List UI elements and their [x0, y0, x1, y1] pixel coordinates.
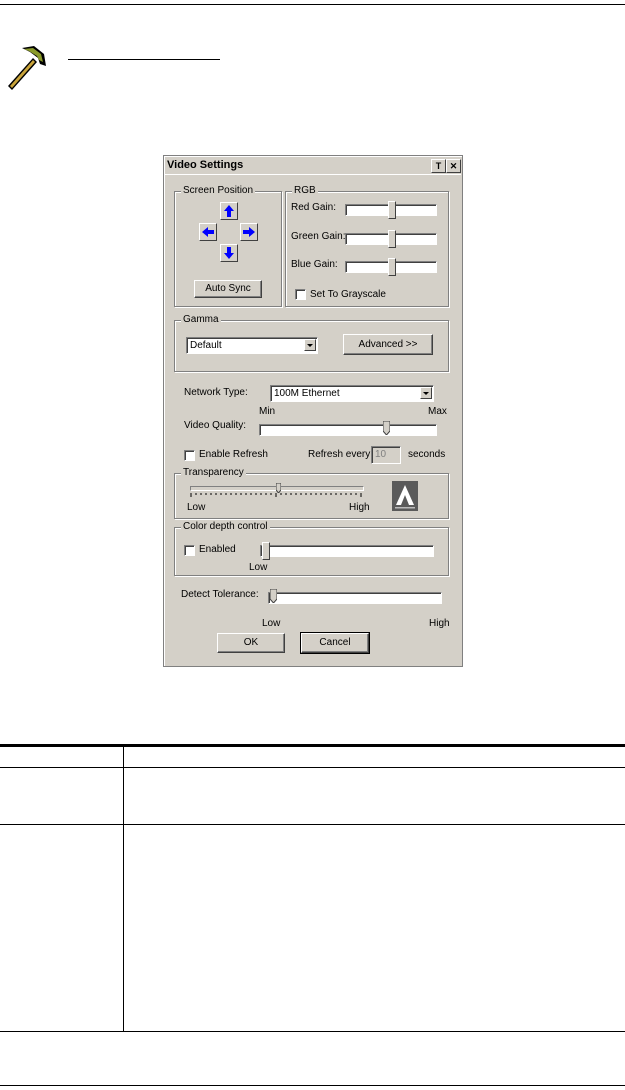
note-underline	[68, 59, 220, 60]
ok-button[interactable]: OK	[217, 633, 285, 653]
screen-position-label: Screen Position	[181, 185, 256, 196]
network-type-label: Network Type:	[184, 387, 248, 398]
transparency-low-label: Low	[187, 502, 206, 513]
right-arrow-button[interactable]	[240, 223, 258, 241]
video-quality-max-label: Max	[428, 406, 447, 417]
video-quality-slider[interactable]	[259, 424, 437, 436]
rgb-label: RGB	[292, 185, 318, 196]
help-button[interactable]: T	[431, 159, 446, 173]
seconds-label: seconds	[408, 449, 446, 460]
down-arrow-button[interactable]	[220, 244, 238, 262]
color-depth-enabled-checkbox[interactable]	[184, 545, 195, 556]
chevron-down-icon[interactable]	[420, 387, 432, 399]
table-header	[0, 747, 625, 766]
transparency-label: Transparency	[181, 467, 246, 478]
refresh-every-label: Refresh every	[308, 449, 371, 460]
auto-sync-button[interactable]: Auto Sync	[194, 280, 262, 298]
up-arrow-button[interactable]	[220, 202, 238, 220]
blue-gain-thumb[interactable]	[388, 258, 396, 276]
aten-logo	[392, 481, 418, 511]
grayscale-checkbox[interactable]	[295, 289, 306, 300]
detect-tolerance-thumb[interactable]	[270, 589, 277, 603]
advanced-button[interactable]: Advanced >>	[343, 334, 433, 355]
table-bottom-rule	[0, 1031, 625, 1032]
red-gain-thumb[interactable]	[388, 201, 396, 219]
detect-tolerance-slider[interactable]	[268, 592, 442, 604]
cancel-button[interactable]: Cancel	[300, 632, 370, 654]
detect-tolerance-low-label: Low	[262, 618, 281, 629]
video-settings-dialog: Video Settings T ✕ Screen Position Auto …	[163, 155, 463, 667]
arrow-up-icon	[224, 205, 234, 217]
green-gain-label: Green Gain:	[291, 231, 346, 242]
arrow-left-icon	[202, 227, 214, 237]
green-gain-thumb[interactable]	[388, 230, 396, 248]
refresh-interval-input[interactable]: 10	[371, 446, 401, 464]
video-quality-label: Video Quality:	[184, 420, 247, 431]
enable-refresh-label: Enable Refresh	[199, 449, 268, 460]
enable-refresh-checkbox[interactable]	[184, 450, 195, 461]
color-depth-thumb[interactable]	[262, 542, 270, 560]
red-gain-label: Red Gain:	[291, 202, 337, 213]
arrow-right-icon	[243, 227, 255, 237]
left-arrow-button[interactable]	[199, 223, 217, 241]
footer-rule	[0, 1085, 625, 1086]
detect-tolerance-high-label: High	[429, 618, 450, 629]
grayscale-label: Set To Grayscale	[310, 289, 386, 300]
table-row-rule	[0, 824, 625, 825]
color-depth-label: Color depth control	[181, 521, 270, 532]
dialog-title: Video Settings	[167, 159, 244, 171]
arrow-down-icon	[224, 247, 234, 259]
blue-gain-label: Blue Gain:	[291, 259, 338, 270]
network-type-value: 100M Ethernet	[274, 388, 340, 399]
video-quality-thumb[interactable]	[382, 421, 390, 435]
transparency-thumb[interactable]	[275, 483, 281, 493]
chevron-down-icon[interactable]	[304, 339, 316, 351]
title-bar[interactable]: Video Settings T ✕	[165, 157, 461, 175]
header-rule	[0, 4, 625, 5]
video-quality-min-label: Min	[259, 406, 276, 417]
transparency-high-label: High	[349, 502, 370, 513]
refresh-interval-value: 10	[375, 449, 387, 460]
gamma-value: Default	[190, 340, 222, 351]
network-type-select[interactable]: 100M Ethernet	[270, 385, 434, 402]
color-depth-low-label: Low	[249, 562, 268, 573]
gamma-label: Gamma	[181, 314, 221, 325]
close-button[interactable]: ✕	[446, 159, 461, 173]
transparency-ticks	[190, 493, 362, 497]
detect-tolerance-label: Detect Tolerance:	[181, 589, 259, 600]
gamma-select[interactable]: Default	[186, 337, 318, 354]
color-depth-enabled-label: Enabled	[199, 544, 236, 555]
color-depth-slider[interactable]	[260, 545, 434, 557]
hammer-icon	[8, 46, 46, 90]
logo-icon	[395, 485, 415, 509]
table-column-divider	[123, 747, 124, 1032]
table-header-rule	[0, 767, 625, 768]
